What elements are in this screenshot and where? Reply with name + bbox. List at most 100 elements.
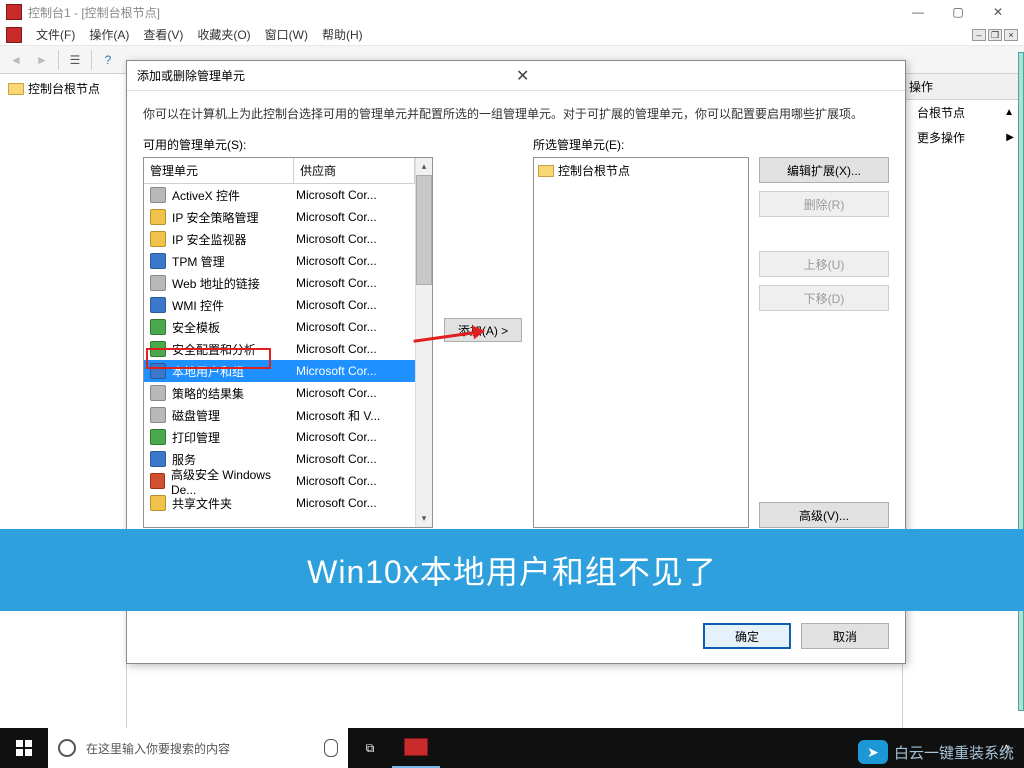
snapin-icon (150, 385, 166, 401)
snapin-vendor: Microsoft Cor... (290, 342, 415, 356)
available-snapins-list: 管理单元 供应商 ActiveX 控件Microsoft Cor...IP 安全… (143, 157, 433, 528)
remove-button[interactable]: 删除(R) (759, 191, 889, 217)
list-scrollbar[interactable]: ▴ ▾ (415, 158, 432, 527)
tree-pane: 控制台根节点 (0, 74, 127, 738)
close-button[interactable]: ✕ (978, 1, 1018, 23)
snapin-icon (150, 231, 166, 247)
snapin-row[interactable]: 共享文件夹 Microsoft Cor... (144, 492, 415, 514)
snapin-name: 策略的结果集 (172, 385, 244, 402)
window-title: 控制台1 - [控制台根节点] (28, 4, 898, 21)
snapin-row[interactable]: 磁盘管理Microsoft 和 V... (144, 404, 415, 426)
move-down-button[interactable]: 下移(D) (759, 285, 889, 311)
actions-header: 操作 (903, 74, 1024, 100)
actions-pane: 操作 台根节点 ▲ 更多操作 ▶ (902, 74, 1024, 738)
snapin-row[interactable]: 本地用户和组Microsoft Cor... (144, 360, 415, 382)
scroll-up-button[interactable]: ▴ (416, 158, 432, 175)
snapin-row[interactable]: IP 安全监视器 Microsoft Cor... (144, 228, 415, 250)
forward-button[interactable]: ► (30, 48, 54, 72)
actions-section[interactable]: 台根节点 ▲ (903, 100, 1024, 125)
start-button[interactable] (0, 728, 48, 768)
mdi-restore[interactable]: ❐ (988, 29, 1002, 41)
snapin-name: 本地用户和组 (172, 363, 244, 380)
expand-icon: ▶ (1006, 132, 1014, 143)
banner-text: Win10x本地用户和组不见了 (307, 547, 717, 593)
task-view-button[interactable]: ⧉ (348, 741, 392, 756)
tree-root-item[interactable]: 控制台根节点 (4, 78, 122, 99)
minimize-button[interactable]: — (898, 1, 938, 23)
cortana-icon (58, 739, 76, 757)
advanced-button[interactable]: 高级(V)... (759, 502, 889, 528)
snapin-row[interactable]: IP 安全策略管理Microsoft Cor... (144, 206, 415, 228)
menu-action[interactable]: 操作(A) (89, 26, 129, 43)
windows-icon (16, 740, 32, 756)
snapin-name: IP 安全策略管理 (172, 209, 258, 226)
help-button[interactable]: ? (96, 48, 120, 72)
cancel-button[interactable]: 取消 (801, 623, 889, 649)
snapin-vendor: Microsoft Cor... (290, 452, 415, 466)
overlay-banner: Win10x本地用户和组不见了 (0, 529, 1024, 611)
edit-extensions-button[interactable]: 编辑扩展(X)... (759, 157, 889, 183)
mdi-close[interactable]: × (1004, 29, 1018, 41)
snapin-name: Web 地址的链接 (172, 275, 260, 292)
watermark-text: 白云一键重装系统 (894, 742, 1014, 763)
dialog-close-button[interactable]: ✕ (516, 66, 895, 86)
menu-favorites[interactable]: 收藏夹(O) (197, 26, 250, 43)
snapin-icon (150, 187, 166, 203)
snapin-icon (150, 275, 166, 291)
snapin-row[interactable]: 打印管理Microsoft Cor... (144, 426, 415, 448)
dialog-intro: 你可以在计算机上为此控制台选择可用的管理单元并配置所选的一组管理单元。对于可扩展… (127, 91, 905, 132)
snapin-vendor: Microsoft Cor... (290, 496, 415, 510)
snapin-name: ActiveX 控件 (172, 187, 240, 204)
snapin-name: WMI 控件 (172, 297, 224, 314)
move-up-button[interactable]: 上移(U) (759, 251, 889, 277)
snapin-icon (150, 319, 166, 335)
folder-icon (538, 165, 554, 177)
mdi-minimize[interactable]: – (972, 29, 986, 41)
snapin-vendor: Microsoft Cor... (290, 474, 415, 488)
snapin-vendor: Microsoft Cor... (290, 276, 415, 290)
search-box[interactable]: 在这里输入你要搜索的内容 (48, 728, 348, 768)
snapin-row[interactable]: TPM 管理Microsoft Cor... (144, 250, 415, 272)
menu-file[interactable]: 文件(F) (36, 26, 75, 43)
snapin-vendor: Microsoft 和 V... (290, 407, 415, 424)
snapin-icon (150, 297, 166, 313)
selected-root-item[interactable]: 控制台根节点 (538, 162, 744, 179)
snapin-name: 共享文件夹 (172, 495, 232, 512)
snapin-vendor: Microsoft Cor... (290, 188, 415, 202)
ok-button[interactable]: 确定 (703, 623, 791, 649)
snapin-vendor: Microsoft Cor... (290, 430, 415, 444)
scroll-indicator (1018, 52, 1024, 711)
scroll-thumb[interactable] (416, 175, 432, 285)
snapin-vendor: Microsoft Cor... (290, 232, 415, 246)
snapin-icon (150, 341, 166, 357)
snapin-name: IP 安全监视器 (172, 231, 246, 248)
mic-icon[interactable] (324, 739, 338, 757)
folder-icon (8, 83, 24, 95)
snapin-icon (150, 407, 166, 423)
maximize-button[interactable]: ▢ (938, 1, 978, 23)
actions-more[interactable]: 更多操作 ▶ (903, 125, 1024, 150)
snapin-row[interactable]: WMI 控件Microsoft Cor... (144, 294, 415, 316)
col-vendor[interactable]: 供应商 (294, 158, 415, 183)
snapin-row[interactable]: 安全配置和分析Microsoft Cor... (144, 338, 415, 360)
selected-snapins-box[interactable]: 控制台根节点 (533, 157, 749, 528)
snapin-row[interactable]: Web 地址的链接 Microsoft Cor... (144, 272, 415, 294)
snapin-row[interactable]: ActiveX 控件 Microsoft Cor... (144, 184, 415, 206)
snapin-row[interactable]: 安全模板Microsoft Cor... (144, 316, 415, 338)
search-placeholder: 在这里输入你要搜索的内容 (86, 740, 230, 757)
cloud-icon: ➤ (858, 740, 888, 764)
menu-view[interactable]: 查看(V) (143, 26, 183, 43)
back-button[interactable]: ◄ (4, 48, 28, 72)
snapin-vendor: Microsoft Cor... (290, 386, 415, 400)
taskbar-app-mmc[interactable] (392, 728, 440, 768)
snapin-vendor: Microsoft Cor... (290, 254, 415, 268)
menu-help[interactable]: 帮助(H) (322, 26, 363, 43)
col-snapin[interactable]: 管理单元 (144, 158, 294, 183)
show-hide-tree-button[interactable]: ☰ (63, 48, 87, 72)
snapin-row[interactable]: 高级安全 Windows De...Microsoft Cor... (144, 470, 415, 492)
snapin-icon (150, 495, 166, 511)
collapse-icon: ▲ (1004, 107, 1014, 118)
menu-window[interactable]: 窗口(W) (265, 26, 308, 43)
snapin-row[interactable]: 策略的结果集 Microsoft Cor... (144, 382, 415, 404)
scroll-down-button[interactable]: ▾ (416, 510, 432, 527)
